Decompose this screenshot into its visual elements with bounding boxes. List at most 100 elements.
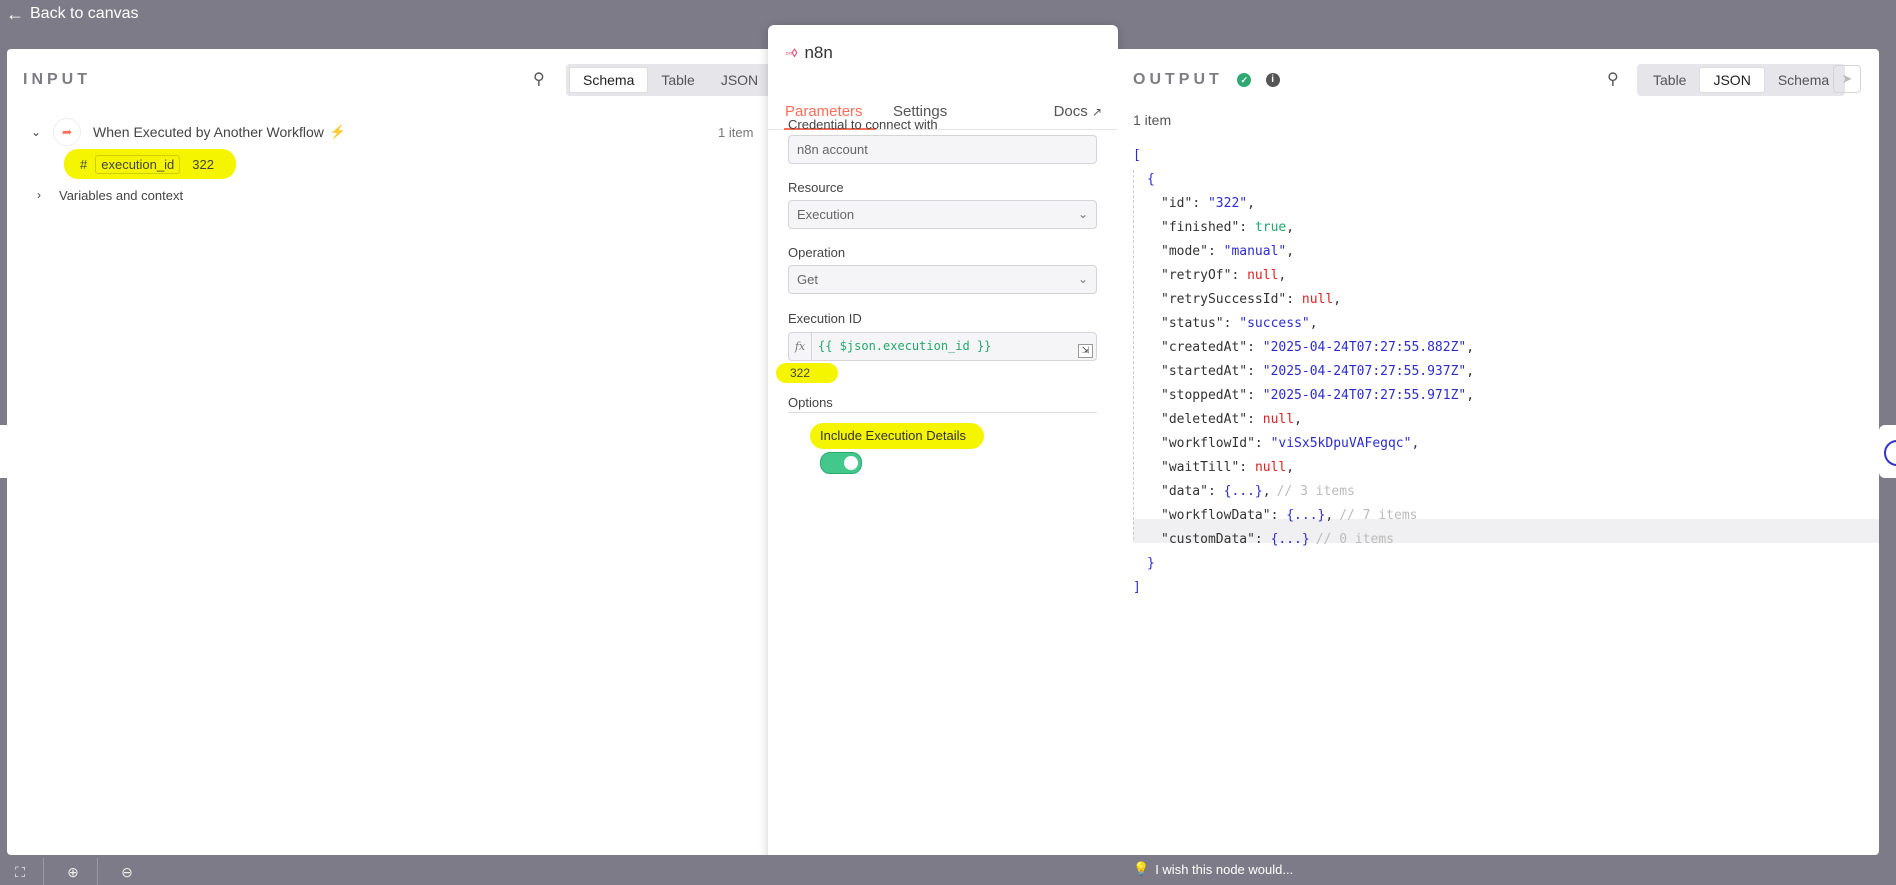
output-view-schema[interactable]: Schema	[1765, 67, 1842, 93]
json-comment: // 7 items	[1339, 508, 1418, 523]
json-key: "startedAt"	[1161, 364, 1248, 379]
arrow-left-icon: ←	[6, 4, 24, 24]
json-field-row[interactable]: "retrySuccessId": null,	[1133, 288, 1474, 312]
json-field-row[interactable]: "status": "success",	[1133, 312, 1474, 336]
execution-id-expression-input[interactable]: fx {{ $json.execution_id }} ⇲	[788, 332, 1097, 361]
external-link-icon: ↗	[1091, 105, 1102, 119]
operation-label: Operation	[788, 245, 846, 260]
trigger-node-icon: ➦	[53, 118, 81, 146]
expression-code: {{ $json.execution_id }}	[818, 339, 992, 353]
json-field-row[interactable]: "createdAt": "2025-04-24T07:27:55.882Z",	[1133, 336, 1474, 360]
json-value: "2025-04-24T07:27:55.971Z"	[1262, 388, 1467, 403]
output-item-count: 1 item	[1133, 112, 1172, 128]
json-value: "success"	[1239, 316, 1310, 331]
json-key: "data"	[1161, 484, 1208, 499]
output-view-table[interactable]: Table	[1640, 67, 1699, 93]
json-key: "stoppedAt"	[1161, 388, 1248, 403]
json-field-row[interactable]: "mode": "manual",	[1133, 240, 1474, 264]
json-comment: // 0 items	[1315, 532, 1394, 547]
fit-view-icon[interactable]: ⛶	[8, 864, 32, 882]
json-key: "waitTill"	[1161, 460, 1240, 475]
docs-link[interactable]: Docs ↗	[1054, 103, 1102, 120]
json-object-close: }	[1147, 556, 1155, 571]
back-label: Back to canvas	[30, 5, 139, 22]
json-array-open: [	[1133, 148, 1141, 163]
info-icon[interactable]: i	[1265, 72, 1280, 87]
execution-id-label: Execution ID	[788, 311, 862, 326]
json-field-row[interactable]: "deletedAt": null,	[1133, 408, 1474, 432]
json-field-row[interactable]: "data": {...},// 3 items	[1133, 480, 1474, 504]
json-key: "status"	[1161, 316, 1224, 331]
zoom-out-icon[interactable]: ⊖	[115, 864, 139, 882]
json-field-row[interactable]: "startedAt": "2025-04-24T07:27:55.937Z",	[1133, 360, 1474, 384]
credential-value: n8n account	[797, 142, 868, 157]
variables-and-context[interactable]: Variables and context	[59, 188, 183, 203]
chevron-right-icon[interactable]: ›	[37, 188, 51, 202]
chevron-down-icon: ⌄	[1077, 272, 1088, 286]
zoom-in-icon[interactable]: ⊕	[61, 864, 85, 882]
json-key: "finished"	[1161, 220, 1240, 235]
json-value: null	[1247, 268, 1279, 283]
include-details-toggle[interactable]	[820, 452, 862, 474]
node-settings-panel: ◦◦◊ n8n Parameters Settings Docs ↗ Crede…	[768, 25, 1118, 880]
search-icon[interactable]: ⚲	[1607, 69, 1619, 89]
json-field-row[interactable]: "finished": true,	[1133, 216, 1474, 240]
globe-icon	[1884, 440, 1896, 466]
bottom-toolbar	[0, 855, 1896, 885]
input-view-json[interactable]: JSON	[708, 67, 771, 93]
node-name: n8n	[804, 43, 833, 62]
output-title: OUTPUT	[1133, 71, 1223, 88]
toolbar-divider	[97, 858, 98, 885]
toolbar-divider	[43, 858, 44, 885]
json-key: "mode"	[1161, 244, 1208, 259]
json-object-open: {	[1147, 172, 1155, 187]
json-key: "id"	[1161, 196, 1193, 211]
input-view-table[interactable]: Table	[648, 67, 707, 93]
number-type-icon: #	[80, 156, 88, 172]
json-key: "retryOf"	[1161, 268, 1232, 283]
json-field-row[interactable]: "retryOf": null,	[1133, 264, 1474, 288]
include-details-label: Include Execution Details	[810, 423, 984, 449]
search-icon[interactable]: ⚲	[533, 69, 545, 89]
json-array-close: ]	[1133, 580, 1141, 595]
feedback-link[interactable]: 💡 I wish this node would...	[1133, 861, 1293, 877]
credential-label: Credential to connect with	[788, 117, 938, 132]
docs-label: Docs	[1053, 103, 1088, 120]
json-field-row[interactable]: "stoppedAt": "2025-04-24T07:27:55.971Z",	[1133, 384, 1474, 408]
pin-icon[interactable]: ➤	[1833, 65, 1861, 93]
success-check-icon: ✓	[1237, 72, 1252, 87]
json-field-row[interactable]: "workflowId": "viSx5kDpuVAFegqc",	[1133, 432, 1474, 456]
resource-select[interactable]: Execution ⌄	[788, 200, 1097, 229]
chevron-down-icon: ⌄	[1077, 207, 1088, 221]
json-value: "2025-04-24T07:27:55.937Z"	[1262, 364, 1467, 379]
input-item-count: 1 item	[718, 125, 754, 140]
expression-fx-icon: fx	[789, 333, 812, 360]
json-value: {...}	[1223, 484, 1263, 499]
json-key: "workflowData"	[1161, 508, 1271, 523]
json-field-row[interactable]: "waitTill": null,	[1133, 456, 1474, 480]
json-comment: // 3 items	[1276, 484, 1355, 499]
json-value: {...}	[1286, 508, 1326, 523]
json-field-row[interactable]: "id": "322",	[1133, 192, 1474, 216]
field-value: 322	[192, 156, 214, 172]
trigger-name: When Executed by Another Workflow	[93, 124, 324, 140]
schema-field-execution-id[interactable]: # execution_id 322	[64, 149, 236, 179]
operation-select[interactable]: Get ⌄	[788, 265, 1097, 294]
expression-result: 322	[776, 363, 839, 383]
input-view-schema[interactable]: Schema	[569, 67, 649, 93]
json-field-row[interactable]: "customData": {...}// 0 items	[1133, 528, 1474, 552]
json-value: null	[1301, 292, 1334, 307]
output-view-switcher: Table JSON Schema	[1637, 64, 1846, 96]
json-field-row[interactable]: "workflowData": {...},// 7 items	[1133, 504, 1474, 528]
chevron-down-icon[interactable]: ⌄	[31, 125, 45, 139]
back-to-canvas-link[interactable]: ← Back to canvas	[6, 4, 139, 24]
json-key: "customData"	[1161, 532, 1255, 547]
json-value: "322"	[1207, 196, 1248, 211]
json-key: "createdAt"	[1161, 340, 1248, 355]
output-view-json[interactable]: JSON	[1699, 67, 1765, 93]
json-key: "deletedAt"	[1161, 412, 1248, 427]
json-value: true	[1254, 220, 1287, 235]
n8n-logo-icon: ◦◦◊	[785, 46, 797, 60]
credential-select[interactable]: n8n account	[788, 135, 1097, 164]
expand-icon[interactable]: ⇲	[1078, 344, 1093, 358]
